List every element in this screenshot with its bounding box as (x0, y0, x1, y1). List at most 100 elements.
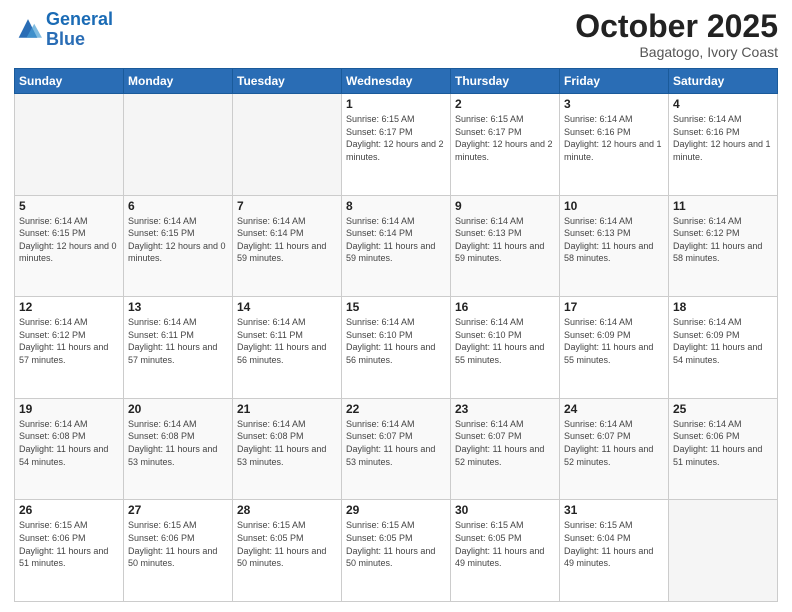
calendar-cell: 21 Sunrise: 6:14 AM Sunset: 6:08 PM Dayli… (233, 398, 342, 500)
day-info: Sunrise: 6:14 AM Sunset: 6:08 PM Dayligh… (237, 418, 337, 468)
month-title: October 2025 (575, 10, 778, 42)
calendar-cell: 29 Sunrise: 6:15 AM Sunset: 6:05 PM Dayli… (342, 500, 451, 602)
day-number: 26 (19, 503, 119, 517)
day-info: Sunrise: 6:14 AM Sunset: 6:16 PM Dayligh… (673, 113, 773, 163)
day-info: Sunrise: 6:14 AM Sunset: 6:10 PM Dayligh… (455, 316, 555, 366)
day-info: Sunrise: 6:14 AM Sunset: 6:13 PM Dayligh… (455, 215, 555, 265)
calendar-cell: 27 Sunrise: 6:15 AM Sunset: 6:06 PM Dayli… (124, 500, 233, 602)
calendar-cell: 12 Sunrise: 6:14 AM Sunset: 6:12 PM Dayli… (15, 297, 124, 399)
calendar-cell: 28Sunrise: 6:15 AM Sunset: 6:05 PM Dayli… (233, 500, 342, 602)
day-info: Sunrise: 6:14 AM Sunset: 6:12 PM Dayligh… (673, 215, 773, 265)
calendar-cell: 19Sunrise: 6:14 AM Sunset: 6:08 PM Dayli… (15, 398, 124, 500)
calendar-cell: 24 Sunrise: 6:14 AM Sunset: 6:07 PM Dayli… (560, 398, 669, 500)
day-number: 3 (564, 97, 664, 111)
calendar-cell: 6Sunrise: 6:14 AM Sunset: 6:15 PM Daylig… (124, 195, 233, 297)
calendar-cell: 13 Sunrise: 6:14 AM Sunset: 6:11 PM Dayli… (124, 297, 233, 399)
calendar-header-tuesday: Tuesday (233, 69, 342, 94)
day-number: 4 (673, 97, 773, 111)
calendar-cell: 17Sunrise: 6:14 AM Sunset: 6:09 PM Dayli… (560, 297, 669, 399)
day-number: 8 (346, 199, 446, 213)
calendar-cell: 25Sunrise: 6:14 AM Sunset: 6:06 PM Dayli… (669, 398, 778, 500)
day-info: Sunrise: 6:14 AM Sunset: 6:11 PM Dayligh… (128, 316, 228, 366)
day-number: 2 (455, 97, 555, 111)
day-number: 24 (564, 402, 664, 416)
logo-text: General Blue (46, 10, 113, 50)
day-number: 9 (455, 199, 555, 213)
logo: General Blue (14, 10, 113, 50)
day-number: 18 (673, 300, 773, 314)
day-info: Sunrise: 6:14 AM Sunset: 6:09 PM Dayligh… (673, 316, 773, 366)
calendar-cell: 15 Sunrise: 6:14 AM Sunset: 6:10 PM Dayli… (342, 297, 451, 399)
calendar-cell: 4 Sunrise: 6:14 AM Sunset: 6:16 PM Daylig… (669, 94, 778, 196)
day-info: Sunrise: 6:15 AM Sunset: 6:04 PM Dayligh… (564, 519, 664, 569)
logo-line1: General (46, 9, 113, 29)
day-info: Sunrise: 6:15 AM Sunset: 6:06 PM Dayligh… (19, 519, 119, 569)
day-info: Sunrise: 6:14 AM Sunset: 6:08 PM Dayligh… (19, 418, 119, 468)
calendar-cell (233, 94, 342, 196)
calendar-cell: 1 Sunrise: 6:15 AM Sunset: 6:17 PM Daylig… (342, 94, 451, 196)
day-number: 30 (455, 503, 555, 517)
title-block: October 2025 Bagatogo, Ivory Coast (575, 10, 778, 60)
calendar-header-thursday: Thursday (451, 69, 560, 94)
calendar-header-sunday: Sunday (15, 69, 124, 94)
calendar-cell: 20Sunrise: 6:14 AM Sunset: 6:08 PM Dayli… (124, 398, 233, 500)
calendar-cell: 18 Sunrise: 6:14 AM Sunset: 6:09 PM Dayli… (669, 297, 778, 399)
day-number: 5 (19, 199, 119, 213)
day-info: Sunrise: 6:14 AM Sunset: 6:15 PM Dayligh… (19, 215, 119, 265)
day-info: Sunrise: 6:14 AM Sunset: 6:14 PM Dayligh… (237, 215, 337, 265)
calendar-header-friday: Friday (560, 69, 669, 94)
day-number: 23 (455, 402, 555, 416)
day-number: 15 (346, 300, 446, 314)
calendar-table: SundayMondayTuesdayWednesdayThursdayFrid… (14, 68, 778, 602)
page: General Blue October 2025 Bagatogo, Ivor… (0, 0, 792, 612)
calendar-cell: 10Sunrise: 6:14 AM Sunset: 6:13 PM Dayli… (560, 195, 669, 297)
calendar-cell: 5 Sunrise: 6:14 AM Sunset: 6:15 PM Daylig… (15, 195, 124, 297)
day-info: Sunrise: 6:14 AM Sunset: 6:14 PM Dayligh… (346, 215, 446, 265)
calendar-cell (124, 94, 233, 196)
day-number: 12 (19, 300, 119, 314)
calendar-cell: 8 Sunrise: 6:14 AM Sunset: 6:14 PM Daylig… (342, 195, 451, 297)
calendar-week-2: 5 Sunrise: 6:14 AM Sunset: 6:15 PM Daylig… (15, 195, 778, 297)
logo-line2: Blue (46, 29, 85, 49)
day-number: 28 (237, 503, 337, 517)
day-info: Sunrise: 6:14 AM Sunset: 6:07 PM Dayligh… (346, 418, 446, 468)
calendar-cell (15, 94, 124, 196)
day-number: 27 (128, 503, 228, 517)
calendar-cell: 3Sunrise: 6:14 AM Sunset: 6:16 PM Daylig… (560, 94, 669, 196)
day-number: 11 (673, 199, 773, 213)
day-number: 21 (237, 402, 337, 416)
day-info: Sunrise: 6:14 AM Sunset: 6:10 PM Dayligh… (346, 316, 446, 366)
header: General Blue October 2025 Bagatogo, Ivor… (14, 10, 778, 60)
day-info: Sunrise: 6:14 AM Sunset: 6:12 PM Dayligh… (19, 316, 119, 366)
day-number: 16 (455, 300, 555, 314)
day-info: Sunrise: 6:14 AM Sunset: 6:08 PM Dayligh… (128, 418, 228, 468)
day-number: 25 (673, 402, 773, 416)
day-info: Sunrise: 6:15 AM Sunset: 6:17 PM Dayligh… (455, 113, 555, 163)
day-info: Sunrise: 6:14 AM Sunset: 6:07 PM Dayligh… (564, 418, 664, 468)
logo-icon (14, 16, 42, 44)
day-number: 29 (346, 503, 446, 517)
calendar-header-wednesday: Wednesday (342, 69, 451, 94)
day-info: Sunrise: 6:15 AM Sunset: 6:17 PM Dayligh… (346, 113, 446, 163)
calendar-cell (669, 500, 778, 602)
day-number: 6 (128, 199, 228, 213)
calendar-cell: 22 Sunrise: 6:14 AM Sunset: 6:07 PM Dayli… (342, 398, 451, 500)
day-info: Sunrise: 6:15 AM Sunset: 6:06 PM Dayligh… (128, 519, 228, 569)
calendar-header-row: SundayMondayTuesdayWednesdayThursdayFrid… (15, 69, 778, 94)
calendar-week-5: 26 Sunrise: 6:15 AM Sunset: 6:06 PM Dayli… (15, 500, 778, 602)
day-number: 14 (237, 300, 337, 314)
calendar-header-saturday: Saturday (669, 69, 778, 94)
calendar-week-1: 1 Sunrise: 6:15 AM Sunset: 6:17 PM Daylig… (15, 94, 778, 196)
calendar-cell: 11 Sunrise: 6:14 AM Sunset: 6:12 PM Dayli… (669, 195, 778, 297)
day-number: 13 (128, 300, 228, 314)
day-info: Sunrise: 6:15 AM Sunset: 6:05 PM Dayligh… (346, 519, 446, 569)
day-number: 17 (564, 300, 664, 314)
calendar-cell: 9 Sunrise: 6:14 AM Sunset: 6:13 PM Daylig… (451, 195, 560, 297)
calendar-week-3: 12 Sunrise: 6:14 AM Sunset: 6:12 PM Dayli… (15, 297, 778, 399)
calendar-cell: 2 Sunrise: 6:15 AM Sunset: 6:17 PM Daylig… (451, 94, 560, 196)
day-info: Sunrise: 6:15 AM Sunset: 6:05 PM Dayligh… (455, 519, 555, 569)
day-number: 1 (346, 97, 446, 111)
calendar-cell: 16 Sunrise: 6:14 AM Sunset: 6:10 PM Dayli… (451, 297, 560, 399)
day-info: Sunrise: 6:14 AM Sunset: 6:13 PM Dayligh… (564, 215, 664, 265)
day-number: 22 (346, 402, 446, 416)
